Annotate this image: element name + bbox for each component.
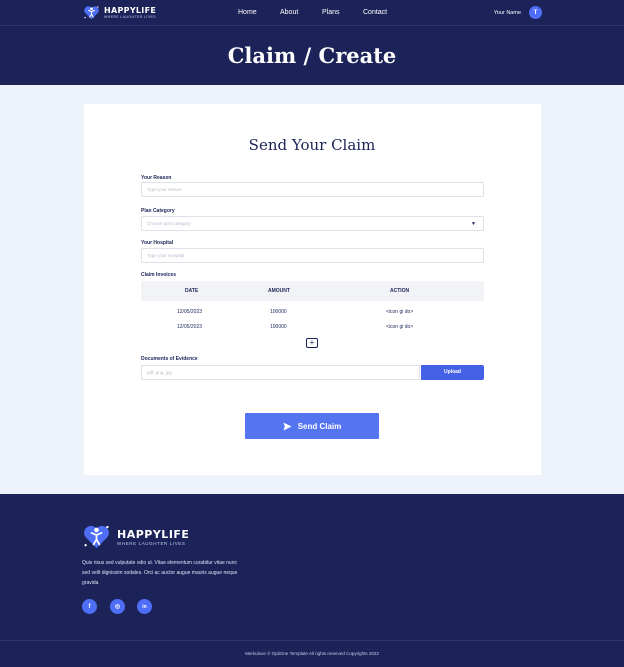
form-title: Send Your Claim: [248, 136, 376, 154]
invoice-amount: 100000: [270, 324, 287, 330]
add-invoice-button[interactable]: +: [306, 338, 318, 348]
caret-down-icon: ▼: [471, 221, 476, 227]
send-claim-button[interactable]: Send Claim: [245, 413, 379, 439]
category-label: Plan Category: [141, 208, 175, 214]
nav-home[interactable]: Home: [238, 9, 257, 16]
footer-brand-name: HAPPYLIFE: [117, 527, 190, 541]
category-placeholder: Choose plan category: [147, 221, 191, 226]
footer-brand-tagline: WHERE LAUGHTER LIVES: [117, 540, 186, 546]
page-title: Claim / Create: [227, 43, 397, 68]
col-amount: AMOUNT: [268, 288, 290, 294]
linkedin-icon[interactable]: in: [137, 599, 152, 614]
page-banner: Claim / Create: [0, 26, 624, 85]
evidence-file-input[interactable]: pdf, png, jpg: [141, 365, 420, 380]
invoice-action[interactable]: <icon gi do>: [386, 324, 413, 330]
evidence-placeholder: pdf, png, jpg: [147, 370, 172, 375]
brand-tagline: WHERE LAUGHTER LIVES: [104, 14, 156, 19]
invoice-action[interactable]: <icon gi do>: [386, 309, 413, 315]
paper-plane-icon: [283, 421, 292, 431]
reason-input[interactable]: Type your reason: [141, 182, 484, 197]
nav-about[interactable]: About: [280, 9, 298, 16]
heart-person-logo-icon: [84, 6, 99, 20]
upload-button[interactable]: Upload: [421, 365, 484, 380]
hospital-input[interactable]: Type your Hospital: [141, 248, 484, 263]
invoice-amount: 100000: [270, 309, 287, 315]
heart-person-logo-icon: [84, 525, 109, 549]
invoice-date: 12/05/2023: [177, 324, 203, 330]
footer-divider: [0, 640, 624, 641]
nav-plans[interactable]: Plans: [322, 9, 340, 16]
avatar[interactable]: T: [529, 6, 542, 19]
nav-contact[interactable]: Contact: [363, 9, 387, 16]
footer-logo[interactable]: HAPPYLIFE WHERE LAUGHTER LIVES: [82, 522, 189, 551]
reason-label: Your Reason: [141, 175, 172, 181]
category-select[interactable]: Choose plan category ▼: [141, 216, 484, 231]
hospital-label: Your Hospital: [141, 240, 174, 246]
reason-placeholder: Type your reason: [147, 187, 182, 192]
col-action: ACTION: [390, 288, 410, 294]
user-name: Your Name: [493, 9, 521, 16]
col-date: DATE: [185, 288, 199, 294]
footer-description: Quis risus sed vulputate odio ut. Vitae …: [82, 560, 238, 586]
instagram-icon[interactable]: ◎: [110, 599, 125, 614]
invoices-label: Claim Invoices: [141, 272, 177, 278]
hospital-placeholder: Type your Hospital: [147, 253, 185, 258]
invoice-date: 12/05/2023: [177, 309, 203, 315]
send-claim-label: Send Claim: [297, 421, 342, 431]
evidence-label: Documents of Evidence: [141, 356, 198, 362]
facebook-icon[interactable]: f: [82, 599, 97, 614]
brand-logo[interactable]: HAPPYLIFE WHERE LAUGHTER LIVES: [83, 4, 156, 21]
copyright: Merkulove © OptiOne Template All rights …: [245, 651, 379, 656]
top-navbar: HAPPYLIFE WHERE LAUGHTER LIVES Home Abou…: [0, 0, 624, 26]
brand-name: HAPPYLIFE: [104, 5, 157, 15]
user-menu[interactable]: Your Name T: [494, 6, 542, 19]
